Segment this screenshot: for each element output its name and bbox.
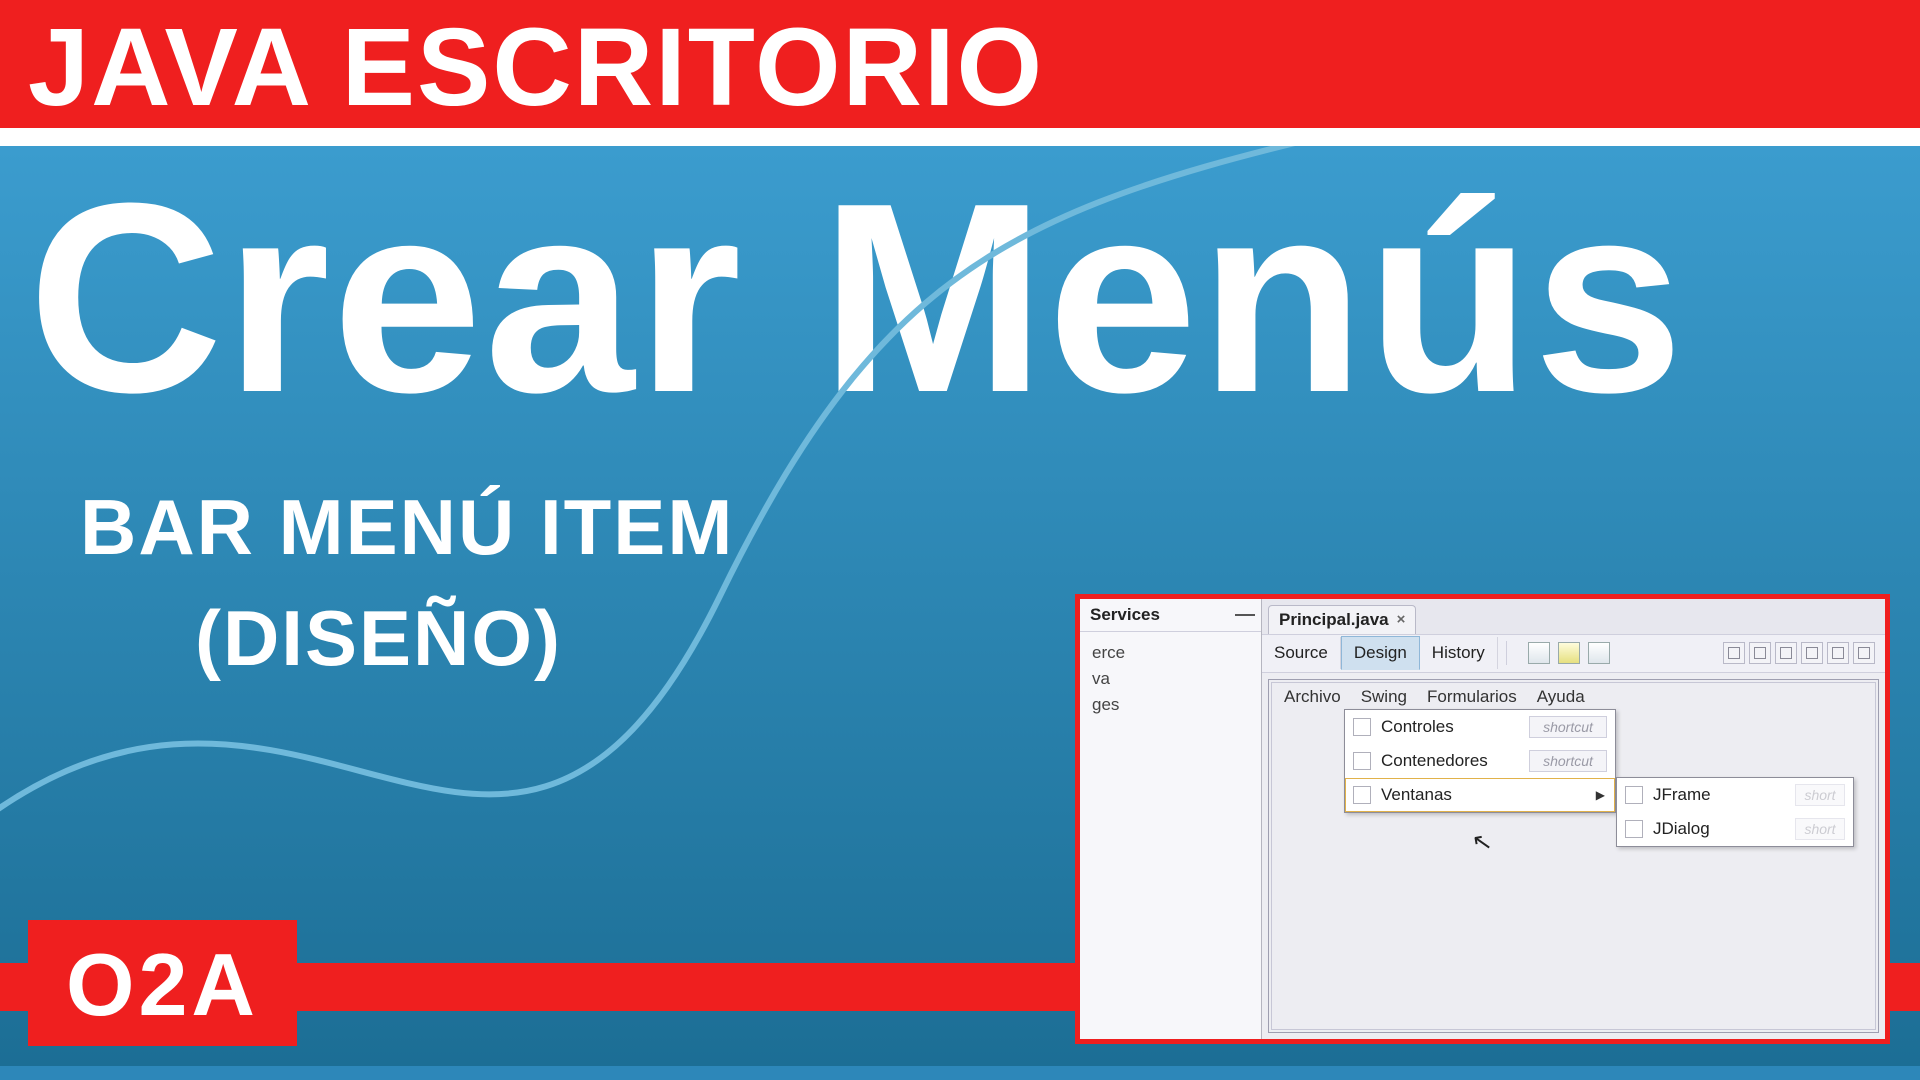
left-panel-title: Services bbox=[1090, 605, 1160, 625]
form-menubar: Archivo Swing Formularios Ayuda bbox=[1276, 683, 1885, 711]
submenu-label: Ventanas bbox=[1381, 785, 1596, 805]
tree-item[interactable]: erce bbox=[1090, 640, 1261, 666]
main-area: Crear Menús BAR MENÚ ITEM (DISEÑO) O2A S… bbox=[0, 146, 1920, 1066]
tree-item[interactable]: ges bbox=[1090, 692, 1261, 718]
episode-badge: O2A bbox=[28, 920, 297, 1046]
checkbox-icon[interactable] bbox=[1353, 718, 1371, 736]
checkbox-icon[interactable] bbox=[1353, 752, 1371, 770]
checkbox-icon[interactable] bbox=[1353, 786, 1371, 804]
selection-tool-icon[interactable] bbox=[1528, 642, 1550, 664]
shortcut-field[interactable]: short bbox=[1795, 784, 1845, 806]
ide-left-header: Services bbox=[1080, 599, 1261, 632]
submenu-swing: Controles shortcut Contenedores shortcut… bbox=[1344, 709, 1616, 813]
connection-tool-icon[interactable] bbox=[1558, 642, 1580, 664]
submenu2-item-jdialog[interactable]: JDialog short bbox=[1617, 812, 1853, 846]
align-center-icon[interactable] bbox=[1749, 642, 1771, 664]
submenu-label: Contenedores bbox=[1381, 751, 1529, 771]
design-surface[interactable]: Archivo Swing Formularios Ayuda Controle… bbox=[1262, 673, 1885, 1039]
submenu-arrow-icon: ▶ bbox=[1596, 788, 1605, 802]
editor-tab[interactable]: Principal.java × bbox=[1268, 605, 1416, 634]
menu-ayuda[interactable]: Ayuda bbox=[1529, 683, 1593, 711]
tab-source[interactable]: Source bbox=[1262, 637, 1341, 669]
menu-swing[interactable]: Swing bbox=[1353, 683, 1415, 711]
view-tabs-row: Source Design History bbox=[1262, 635, 1885, 673]
tab-design[interactable]: Design bbox=[1341, 636, 1420, 670]
submenu-item-contenedores[interactable]: Contenedores shortcut bbox=[1345, 744, 1615, 778]
editor-tab-bar: Principal.java × bbox=[1262, 599, 1885, 635]
submenu2-item-jframe[interactable]: JFrame short bbox=[1617, 778, 1853, 812]
menu-formularios[interactable]: Formularios bbox=[1419, 683, 1525, 711]
align-right-icon[interactable] bbox=[1775, 642, 1797, 664]
preview-tool-icon[interactable] bbox=[1588, 642, 1610, 664]
shortcut-field[interactable]: shortcut bbox=[1529, 716, 1607, 738]
toolbar-separator bbox=[1506, 641, 1516, 665]
cursor-icon: ↖ bbox=[1470, 826, 1495, 858]
ide-right-panel: Principal.java × Source Design History bbox=[1262, 599, 1885, 1039]
align-bottom-icon[interactable] bbox=[1853, 642, 1875, 664]
shortcut-field[interactable]: shortcut bbox=[1529, 750, 1607, 772]
align-middle-icon[interactable] bbox=[1827, 642, 1849, 664]
project-tree[interactable]: erce va ges bbox=[1080, 632, 1261, 718]
ide-left-panel: Services erce va ges bbox=[1080, 599, 1262, 1039]
submenu-item-ventanas[interactable]: Ventanas ▶ bbox=[1345, 778, 1615, 812]
submenu2-label: JFrame bbox=[1653, 785, 1795, 805]
ide-window: Services erce va ges Principal.java × So… bbox=[1075, 594, 1890, 1044]
submenu-item-controles[interactable]: Controles shortcut bbox=[1345, 710, 1615, 744]
top-banner-text: JAVA ESCRITORIO bbox=[28, 6, 1044, 129]
submenu-label: Controles bbox=[1381, 717, 1529, 737]
checkbox-icon[interactable] bbox=[1625, 786, 1643, 804]
submenu-ventanas: JFrame short JDialog short bbox=[1616, 777, 1854, 847]
shortcut-field[interactable]: short bbox=[1795, 818, 1845, 840]
editor-tab-label: Principal.java bbox=[1279, 610, 1389, 630]
top-banner: JAVA ESCRITORIO bbox=[0, 0, 1920, 128]
align-left-icon[interactable] bbox=[1723, 642, 1745, 664]
align-tool-group bbox=[1723, 642, 1875, 664]
tab-history[interactable]: History bbox=[1420, 637, 1498, 669]
banner-gap bbox=[0, 128, 1920, 146]
tree-item[interactable]: va bbox=[1090, 666, 1261, 692]
align-top-icon[interactable] bbox=[1801, 642, 1823, 664]
minimize-icon[interactable] bbox=[1235, 614, 1255, 616]
close-icon[interactable]: × bbox=[1397, 611, 1406, 628]
checkbox-icon[interactable] bbox=[1625, 820, 1643, 838]
menu-archivo[interactable]: Archivo bbox=[1276, 683, 1349, 711]
submenu2-label: JDialog bbox=[1653, 819, 1795, 839]
